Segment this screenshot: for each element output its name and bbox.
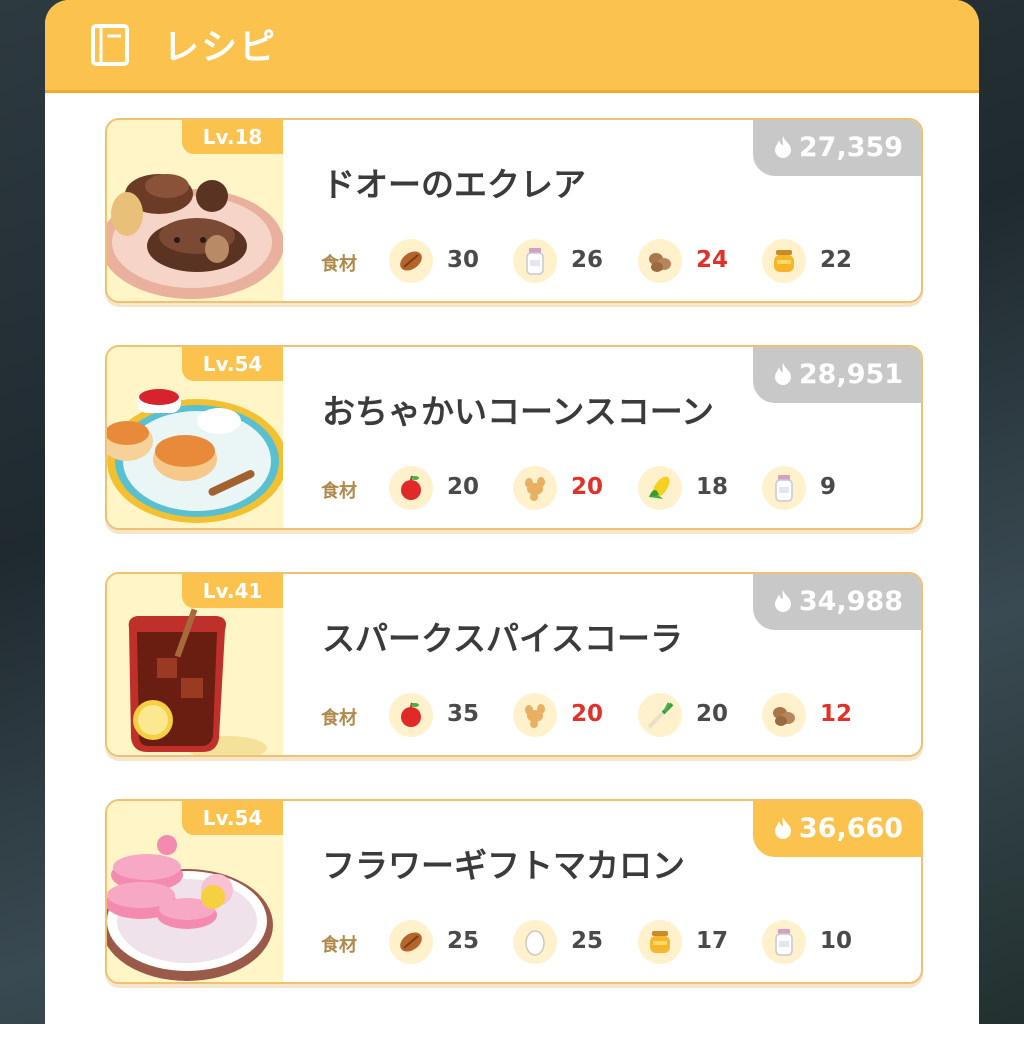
milk-icon xyxy=(775,475,793,502)
flame-icon xyxy=(774,363,791,385)
cola-glass-image xyxy=(128,608,267,755)
cacao-icon xyxy=(400,932,422,952)
scone-dish-image xyxy=(107,389,283,523)
flame-icon xyxy=(774,817,791,839)
egg-icon xyxy=(525,930,545,956)
recipe-panel: レシピ Lv.18 ドオーのエクレア 27,359 食材 30 26 24 22… xyxy=(45,0,979,1040)
book-icon xyxy=(91,24,129,66)
ingredient-label: 食材 xyxy=(321,254,357,275)
ingredient-count: 10 xyxy=(820,928,853,954)
ginger-icon xyxy=(525,704,545,728)
honey-icon xyxy=(774,250,794,272)
energy-value: 34,988 xyxy=(798,585,904,617)
ingredient-item: 22 xyxy=(762,237,882,287)
energy-value: 36,660 xyxy=(798,812,904,844)
ingredient-count: 9 xyxy=(820,474,837,500)
ingredient-count: 25 xyxy=(447,928,480,954)
ingredient-label: 食材 xyxy=(321,481,357,502)
ingredient-count: 24 xyxy=(696,247,729,273)
ingredient-item: 24 xyxy=(638,237,758,287)
energy-value: 27,359 xyxy=(798,131,904,163)
ingredient-item: 9 xyxy=(762,464,882,514)
eclair-dish-image xyxy=(107,174,283,299)
ingredient-label: 食材 xyxy=(321,935,357,956)
flame-icon xyxy=(774,590,791,612)
ingredient-label: 食材 xyxy=(321,708,357,729)
level-badge: Lv.18 xyxy=(182,120,283,154)
recipe-name: スパークスパイスコーラ xyxy=(322,619,684,658)
milk-icon xyxy=(526,248,544,275)
apple-icon xyxy=(401,702,421,727)
ingredient-item: 10 xyxy=(762,918,882,968)
recipe-card[interactable]: Lv.41 スパークスパイスコーラ 34,988 食材 35 20 20 12 xyxy=(105,572,923,757)
ingredient-item: 30 xyxy=(389,237,509,287)
ingredient-item: 12 xyxy=(762,691,882,741)
page-title: レシピ xyxy=(163,27,278,68)
recipe-name: フラワーギフトマカロン xyxy=(322,846,685,885)
energy-badge: 27,359 xyxy=(753,120,921,176)
energy-badge: 34,988 xyxy=(753,574,921,630)
level-badge: Lv.41 xyxy=(182,574,283,608)
panel-header: レシピ xyxy=(45,0,979,93)
ingredient-count: 20 xyxy=(696,701,729,727)
ginger-icon xyxy=(525,477,545,501)
level-badge: Lv.54 xyxy=(182,801,283,835)
potato-icon xyxy=(649,253,671,272)
recipe-card[interactable]: Lv.18 ドオーのエクレア 27,359 食材 30 26 24 22 xyxy=(105,118,923,303)
energy-badge: 36,660 xyxy=(753,801,921,857)
honey-icon xyxy=(650,931,670,953)
recipe-card[interactable]: Lv.54 おちゃかいコーンスコーン 28,951 食材 20 20 18 9 xyxy=(105,345,923,530)
ingredient-count: 30 xyxy=(447,247,480,273)
flame-icon xyxy=(774,136,791,158)
recipe-name: ドオーのエクレア xyxy=(322,165,586,204)
ingredient-count: 22 xyxy=(820,247,853,273)
cacao-icon xyxy=(400,251,422,271)
energy-badge: 28,951 xyxy=(753,347,921,403)
ingredient-count: 17 xyxy=(696,928,729,954)
ingredient-item: 20 xyxy=(513,691,633,741)
ingredient-count: 26 xyxy=(571,247,604,273)
ingredient-count: 12 xyxy=(820,701,853,727)
recipe-name: おちゃかいコーンスコーン xyxy=(322,392,715,431)
ingredient-item: 25 xyxy=(389,918,509,968)
leek-icon xyxy=(647,702,674,729)
ingredient-item: 35 xyxy=(389,691,509,741)
recipe-card[interactable]: Lv.54 フラワーギフトマカロン 36,660 食材 25 25 17 10 xyxy=(105,799,923,984)
apple-icon xyxy=(401,475,421,500)
ingredient-count: 20 xyxy=(571,474,604,500)
ingredient-count: 35 xyxy=(447,701,480,727)
milk-icon xyxy=(775,929,793,956)
ingredient-count: 25 xyxy=(571,928,604,954)
macaron-dish-image xyxy=(107,835,273,981)
ingredient-count: 18 xyxy=(696,474,729,500)
energy-value: 28,951 xyxy=(798,358,904,390)
ingredient-item: 20 xyxy=(638,691,758,741)
corn-icon xyxy=(649,476,670,499)
ingredient-item: 25 xyxy=(513,918,633,968)
ingredient-item: 17 xyxy=(638,918,758,968)
ingredient-count: 20 xyxy=(571,701,604,727)
ingredient-item: 18 xyxy=(638,464,758,514)
level-badge: Lv.54 xyxy=(182,347,283,381)
ingredient-item: 20 xyxy=(513,464,633,514)
ingredient-item: 26 xyxy=(513,237,633,287)
ingredient-count: 20 xyxy=(447,474,480,500)
potato-icon xyxy=(773,707,795,726)
ingredient-item: 20 xyxy=(389,464,509,514)
